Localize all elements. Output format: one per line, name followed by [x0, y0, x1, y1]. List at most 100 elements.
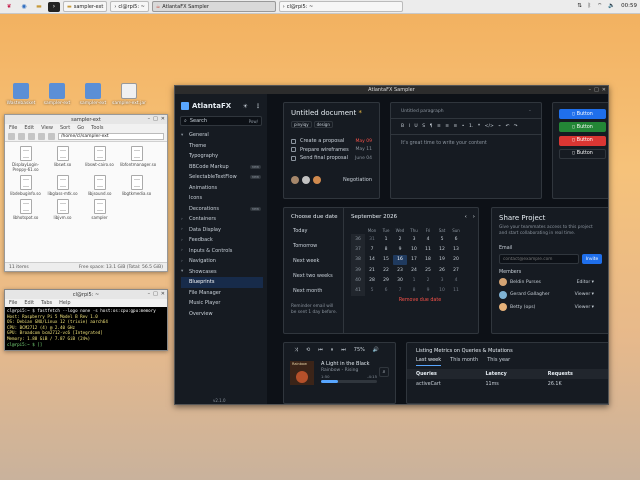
sidebar-item-icons[interactable]: Icons: [181, 193, 267, 204]
sidebar-item-showcases[interactable]: ▾ Showcases: [181, 267, 267, 278]
due-option[interactable]: Tomorrow: [284, 239, 343, 254]
task-item[interactable]: Prepare wireframes May 11: [291, 146, 372, 155]
clock[interactable]: 00:59: [621, 3, 637, 9]
due-option[interactable]: Next week: [284, 254, 343, 269]
tab-last-week[interactable]: Last week: [416, 357, 442, 366]
file-manager-icon[interactable]: ▬: [33, 2, 45, 12]
calendar-day[interactable]: 2: [421, 275, 435, 285]
calendar-day[interactable]: 8: [379, 244, 393, 254]
volume-icon[interactable]: 🔈: [608, 3, 615, 9]
task-terminal-1[interactable]: › cl@rpi5: ~: [110, 1, 149, 12]
sample-button-1[interactable]: ▯ Button: [559, 109, 606, 119]
format-button[interactable]: U: [414, 124, 417, 129]
calendar-day[interactable]: 9: [421, 285, 435, 295]
calendar-day[interactable]: 4: [421, 234, 435, 244]
new-folder-icon[interactable]: [8, 133, 15, 140]
sidebar-item-navigation[interactable]: › Navigation: [181, 256, 267, 267]
due-option[interactable]: Next month: [284, 283, 343, 298]
checkbox[interactable]: [291, 147, 296, 153]
task-terminal-2[interactable]: › cl@rpi5: ~: [278, 1, 403, 12]
sidebar-item-general[interactable]: ▾ General: [181, 130, 267, 141]
menu-file[interactable]: File: [9, 300, 17, 306]
theme-toggle-icon[interactable]: ☀: [243, 103, 248, 110]
calendar-day[interactable]: 3: [435, 275, 449, 285]
sample-button-4[interactable]: ▯ Button: [559, 148, 606, 159]
sidebar-item-animations[interactable]: Animations: [181, 183, 267, 194]
sample-button-3[interactable]: ▯ Button: [559, 135, 606, 146]
tag-chip[interactable]: design: [313, 121, 333, 128]
file-item[interactable]: libhotspot.so: [9, 199, 42, 220]
column-header[interactable]: Requests: [538, 369, 608, 379]
sidebar-item-file-manager[interactable]: File Manager: [181, 288, 267, 299]
calendar-day[interactable]: 8: [407, 285, 421, 295]
calendar-day[interactable]: 19: [435, 255, 449, 265]
sidebar-item-bbcode-markup[interactable]: BBCode Markup new: [181, 162, 267, 173]
format-button[interactable]: ❝: [478, 124, 480, 129]
minimize-icon[interactable]: –: [529, 109, 531, 114]
maximize-icon[interactable]: □: [153, 291, 158, 297]
email-input[interactable]: [499, 254, 579, 264]
tab-this-year[interactable]: This year: [487, 357, 510, 366]
tab-this-month[interactable]: This month: [450, 357, 478, 366]
sidebar-item-inputs-controls[interactable]: › Inputs & Controls: [181, 246, 267, 257]
invite-button[interactable]: Invite: [582, 254, 602, 264]
next-icon[interactable]: ⏭: [341, 347, 346, 353]
file-item[interactable]: libjsound.so: [83, 175, 116, 196]
checkbox[interactable]: [291, 155, 296, 161]
file-item[interactable]: libswt-cairo.so: [83, 146, 116, 172]
menu-edit[interactable]: Edit: [24, 125, 34, 131]
sidebar-item-data-display[interactable]: › Data Display: [181, 225, 267, 236]
menu-help[interactable]: Help: [59, 300, 70, 306]
task-atlantafx[interactable]: ☕ AtlantaFX Sampler: [151, 1, 276, 12]
calendar-day[interactable]: 4: [449, 275, 463, 285]
network-icon[interactable]: ⇅: [577, 3, 582, 9]
calendar-day[interactable]: 17: [407, 255, 421, 265]
sidebar-item-containers[interactable]: › Containers: [181, 214, 267, 225]
desktop-icon-folder[interactable]: sampler-ext: [40, 83, 74, 106]
format-button[interactable]: ↷: [514, 124, 518, 129]
file-item[interactable]: libswt.so: [46, 146, 79, 172]
maximize-icon[interactable]: □: [594, 87, 599, 93]
format-button[interactable]: 1.: [469, 124, 473, 129]
format-button[interactable]: ≡: [437, 124, 441, 129]
sidebar-item-overview[interactable]: Overview: [181, 309, 267, 320]
calendar-day[interactable]: 5: [365, 285, 379, 295]
menu-sort[interactable]: Sort: [60, 125, 70, 131]
calendar-day[interactable]: 20: [449, 255, 463, 265]
format-button[interactable]: ¶: [430, 124, 433, 129]
sidebar-item-decorations[interactable]: Decorations new: [181, 204, 267, 215]
column-header[interactable]: Queries: [407, 369, 477, 379]
home-icon[interactable]: [48, 133, 55, 140]
file-item[interactable]: libglass-mtk.so: [46, 175, 79, 196]
desktop-icon-wastebasket[interactable]: Wastebasket: [4, 83, 38, 106]
calendar-day[interactable]: 2: [393, 234, 407, 244]
calendar-day[interactable]: 1: [407, 275, 421, 285]
desktop-icon-folder-2[interactable]: sampler-ext: [76, 83, 110, 106]
due-option[interactable]: Next two weeks: [284, 268, 343, 283]
forward-icon[interactable]: [28, 133, 35, 140]
calendar-day[interactable]: 11: [421, 244, 435, 254]
calendar-day[interactable]: 26: [435, 265, 449, 275]
format-button[interactable]: I: [409, 124, 410, 129]
calendar-day[interactable]: 6: [379, 285, 393, 295]
calendar-day[interactable]: 6: [449, 234, 463, 244]
menu-tools[interactable]: Tools: [91, 125, 103, 131]
calendar-day[interactable]: 31: [365, 234, 379, 244]
menu-view[interactable]: View: [41, 125, 53, 131]
menu-file[interactable]: File: [9, 125, 17, 131]
calendar-day[interactable]: 3: [407, 234, 421, 244]
minimize-icon[interactable]: –: [148, 291, 151, 297]
calendar-day[interactable]: 10: [407, 244, 421, 254]
format-button[interactable]: •: [462, 124, 465, 129]
menu-tabs[interactable]: Tabs: [41, 300, 52, 306]
calendar-day[interactable]: 7: [393, 285, 407, 295]
prev-month-icon[interactable]: ‹: [465, 214, 467, 220]
file-item[interactable]: DisplayLogin-Preppy-61.so: [9, 146, 42, 172]
calendar-day[interactable]: 13: [449, 244, 463, 254]
file-item[interactable]: sampler: [83, 199, 116, 220]
menu-edit[interactable]: Edit: [24, 300, 34, 306]
calendar-day[interactable]: 27: [449, 265, 463, 275]
close-icon[interactable]: ✕: [602, 87, 606, 93]
volume-icon[interactable]: 🔊: [373, 347, 379, 353]
role-select[interactable]: Viewer ▾: [575, 292, 594, 297]
